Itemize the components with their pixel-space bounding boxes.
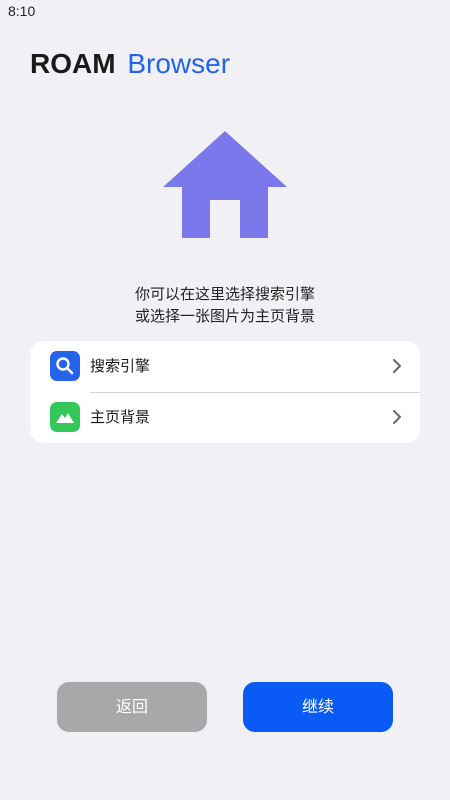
app-title: ROAM Browser [30,46,230,82]
intro-line-2: 或选择一张图片为主页背景 [134,307,315,325]
image-icon [50,402,80,432]
search-icon [50,351,80,381]
settings-item-home-background[interactable]: 主页背景 [30,392,420,443]
app-title-brand: ROAM [30,48,116,79]
intro-text: 你可以在这里选择搜索引擎 或选择一张图片为主页背景 [0,283,450,327]
continue-button[interactable]: 继续 [243,682,393,732]
status-bar-time: 8:10 [8,3,36,19]
chevron-right-icon [393,410,401,424]
settings-card: 搜索引擎 主页背景 [30,341,420,443]
intro-line-1: 你可以在这里选择搜索引擎 [134,285,315,303]
settings-item-label: 搜索引擎 [90,357,151,375]
settings-item-search-engine[interactable]: 搜索引擎 [30,341,420,393]
app-title-product: Browser [127,48,231,79]
chevron-right-icon [393,359,401,373]
back-button[interactable]: 返回 [57,682,207,732]
house-icon [163,131,287,238]
settings-item-label: 主页背景 [90,408,151,426]
